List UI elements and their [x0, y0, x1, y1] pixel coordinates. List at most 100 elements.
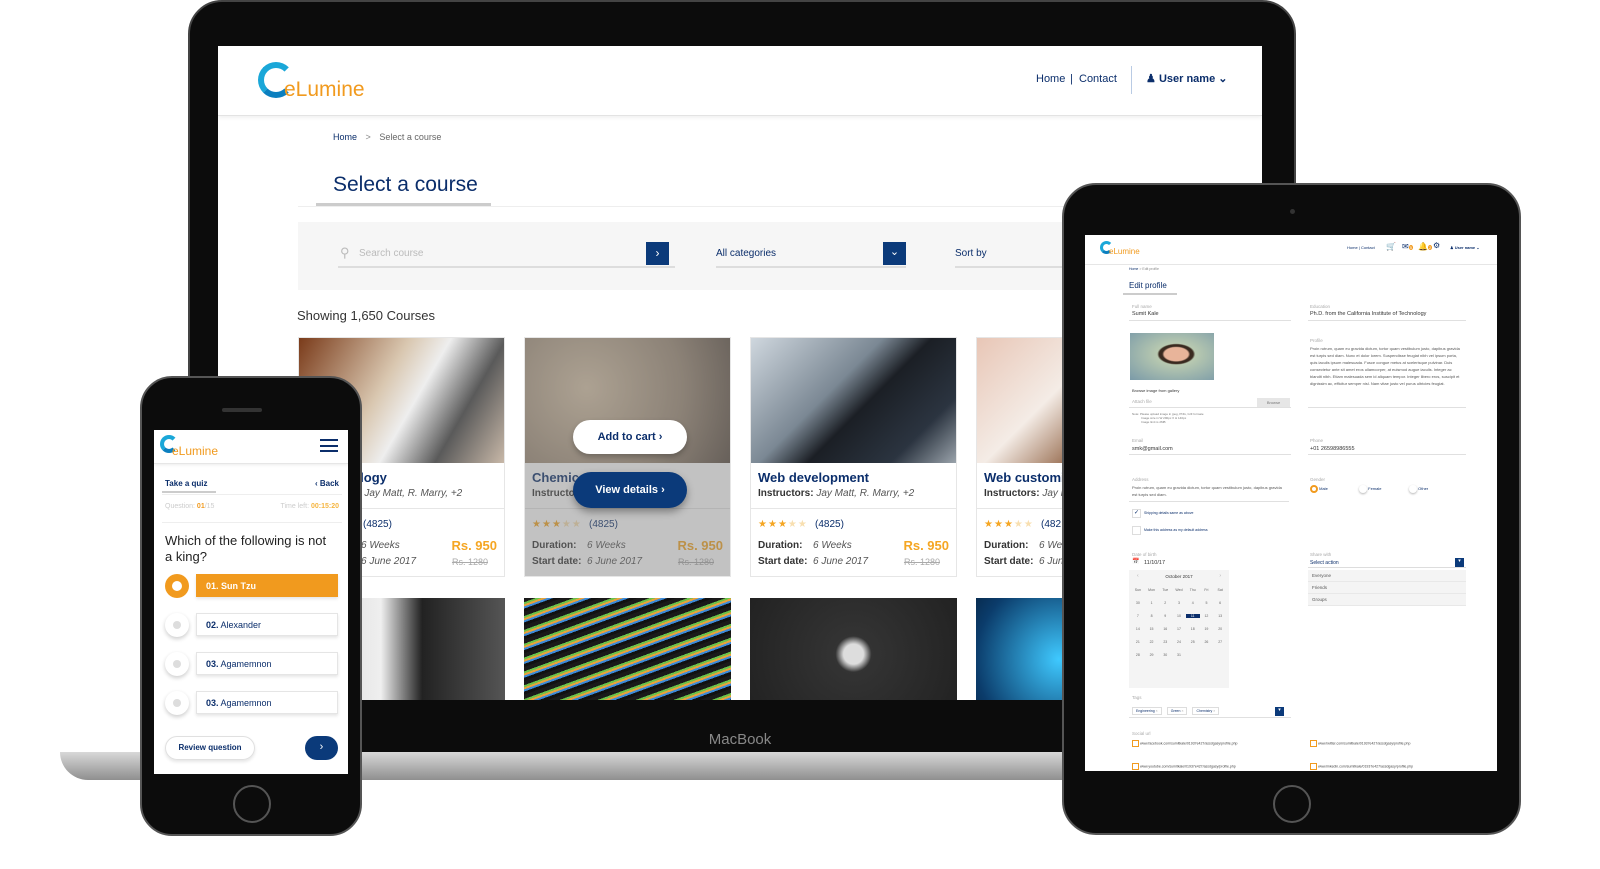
calendar-day[interactable]: 18 — [1186, 627, 1200, 631]
calendar-day[interactable]: 29 — [1145, 653, 1159, 657]
calendar-day[interactable]: 27 — [1213, 640, 1227, 644]
radio-button[interactable] — [165, 613, 189, 637]
calendar-day[interactable]: 6 — [1213, 601, 1227, 605]
share-option[interactable]: Groups — [1308, 594, 1466, 606]
calendar-day[interactable]: 23 — [1158, 640, 1172, 644]
review-question-button[interactable]: Review question — [165, 736, 255, 760]
view-details-button[interactable]: View details › — [573, 472, 687, 508]
calendar-day[interactable]: 24 — [1172, 640, 1186, 644]
education-field[interactable]: Ph.D. from the California Institute of T… — [1310, 311, 1426, 317]
home-button[interactable] — [1273, 785, 1311, 823]
calendar-day[interactable]: 7 — [1131, 614, 1145, 618]
share-option[interactable]: Friends — [1308, 582, 1466, 594]
course-card[interactable]: Web development Instructors: Jay Matt, R… — [750, 337, 957, 577]
logo[interactable]: eLumine — [258, 60, 368, 102]
breadcrumb-home[interactable]: Home — [333, 132, 357, 142]
bell-icon[interactable]: 🔔2 — [1418, 242, 1433, 251]
calendar-day[interactable]: 16 — [1158, 627, 1172, 631]
quiz-option[interactable]: 02. Alexander — [196, 613, 338, 636]
calendar-day[interactable]: 4 — [1186, 601, 1200, 605]
calendar-day[interactable]: 26 — [1200, 640, 1214, 644]
shipping-checkbox[interactable]: ✓ — [1132, 509, 1141, 518]
calendar-day[interactable]: 28 — [1131, 653, 1145, 657]
radio-button[interactable] — [165, 652, 189, 676]
course-image[interactable] — [524, 598, 731, 700]
next-button[interactable]: › — [305, 736, 338, 760]
tag-chip[interactable]: Green × — [1166, 707, 1188, 715]
calendar-day[interactable]: 30 — [1131, 601, 1145, 605]
tag-chip[interactable]: Engineering × — [1132, 707, 1162, 715]
attach-file-field[interactable]: Attach file — [1132, 399, 1152, 404]
radio-button[interactable] — [165, 691, 189, 715]
logo-text[interactable]: eLumine — [1109, 247, 1140, 256]
search-button[interactable]: › — [646, 242, 669, 265]
calendar-day[interactable]: 9 — [1158, 614, 1172, 618]
chevron-down-icon[interactable]: ⌄ — [883, 242, 906, 265]
calendar-day[interactable]: 11 — [1185, 614, 1200, 618]
profile-textarea[interactable]: Proin rutrum, quam eu gravida dictum, to… — [1310, 345, 1464, 387]
calendar-day[interactable]: 19 — [1200, 627, 1214, 631]
next-month-button[interactable]: › — [1219, 573, 1221, 579]
add-to-cart-button[interactable]: Add to cart › — [573, 420, 687, 454]
calendar-day[interactable]: 21 — [1131, 640, 1145, 644]
course-card[interactable]: Chemical Instructors: ★★★★★ (4825) Durat… — [524, 337, 731, 577]
social-url-field[interactable]: www.twitter.com/sumitkale/01937e427/assd… — [1310, 740, 1410, 747]
calendar-day[interactable]: 17 — [1172, 627, 1186, 631]
quiz-option[interactable]: 01. Sun Tzu — [196, 574, 338, 597]
calendar-day[interactable]: 31 — [1172, 653, 1186, 657]
breadcrumb-home[interactable]: Home — [1129, 267, 1138, 271]
logo-text[interactable]: eLumine — [172, 444, 218, 458]
calendar-day[interactable]: 14 — [1131, 627, 1145, 631]
quiz-option[interactable]: 03. Agamemnon — [196, 691, 338, 714]
share-select[interactable]: Select action ▾ — [1308, 558, 1466, 568]
calendar-day[interactable]: 25 — [1186, 640, 1200, 644]
calendar-day[interactable]: 30 — [1158, 653, 1172, 657]
calendar-day[interactable]: 3 — [1172, 601, 1186, 605]
email-field[interactable]: smk@gmail.com — [1132, 446, 1173, 452]
calendar-day[interactable]: 13 — [1213, 614, 1227, 618]
social-url-field[interactable]: www.youtube.com/sumitkale/01937e427/assd… — [1132, 763, 1236, 770]
chevron-down-icon[interactable]: ▾ — [1455, 558, 1464, 567]
tag-chip[interactable]: Chemistry × — [1192, 707, 1220, 715]
address-textarea[interactable]: Proin rutrum, quam eu gravida dictum, to… — [1132, 484, 1288, 498]
category-select[interactable]: All categories ⌄ — [716, 240, 906, 268]
calendar-day[interactable]: 10 — [1172, 614, 1186, 618]
calendar-icon[interactable]: 📅 — [1132, 558, 1139, 565]
search-input[interactable]: ⚲ Search course › — [338, 240, 675, 268]
cart-icon[interactable]: 🛒 — [1386, 242, 1396, 251]
full-name-field[interactable]: Sumit Kale — [1132, 311, 1159, 317]
mail-icon[interactable]: ✉5 — [1402, 242, 1413, 251]
home-button[interactable] — [233, 785, 271, 823]
browse-gallery-link[interactable]: Browse image from gallery — [1132, 388, 1179, 393]
calendar-day[interactable]: 2 — [1158, 601, 1172, 605]
dob-field[interactable]: 11/10/17 — [1144, 560, 1165, 566]
phone-field[interactable]: +01 26598986555 — [1310, 446, 1355, 452]
nav-contact[interactable]: Contact — [1361, 245, 1375, 250]
tab-take-a-quiz[interactable]: Take a quiz — [165, 479, 208, 488]
gender-radio-other[interactable]: Other — [1409, 485, 1428, 493]
gender-radio-male[interactable]: Male — [1310, 485, 1328, 493]
calendar-day[interactable]: 5 — [1200, 601, 1214, 605]
calendar-day[interactable]: 20 — [1213, 627, 1227, 631]
tags-dropdown-button[interactable]: ▾ — [1275, 707, 1284, 716]
social-url-field[interactable]: www.facebook.com/sumitkale/01937e427/ass… — [1132, 740, 1237, 747]
course-image[interactable] — [750, 598, 957, 700]
nav-home[interactable]: Home — [1347, 245, 1358, 250]
social-url-field[interactable]: www.linkedin.com/sumitkale/01937e427/ass… — [1310, 763, 1413, 770]
quiz-option[interactable]: 03. Agamemnon — [196, 652, 338, 675]
nav-home[interactable]: Home — [1036, 73, 1065, 85]
user-menu[interactable]: ♟ User name ⌄ — [1146, 72, 1227, 85]
course-title[interactable]: Web development — [758, 470, 869, 485]
nav-contact[interactable]: Contact — [1079, 73, 1117, 85]
back-button[interactable]: ‹ Back — [315, 479, 339, 488]
gender-radio-female[interactable]: Female — [1359, 485, 1381, 493]
share-option[interactable]: Everyone — [1308, 570, 1466, 582]
user-menu[interactable]: ♟ User name ⌄ — [1450, 245, 1480, 250]
browse-button[interactable]: Browse — [1257, 398, 1290, 407]
calendar-day[interactable]: 8 — [1145, 614, 1159, 618]
radio-selected[interactable] — [165, 574, 189, 598]
default-address-checkbox[interactable] — [1132, 526, 1141, 535]
calendar-day[interactable]: 22 — [1145, 640, 1159, 644]
calendar-day[interactable]: 12 — [1200, 614, 1214, 618]
calendar-day[interactable]: 1 — [1145, 601, 1159, 605]
